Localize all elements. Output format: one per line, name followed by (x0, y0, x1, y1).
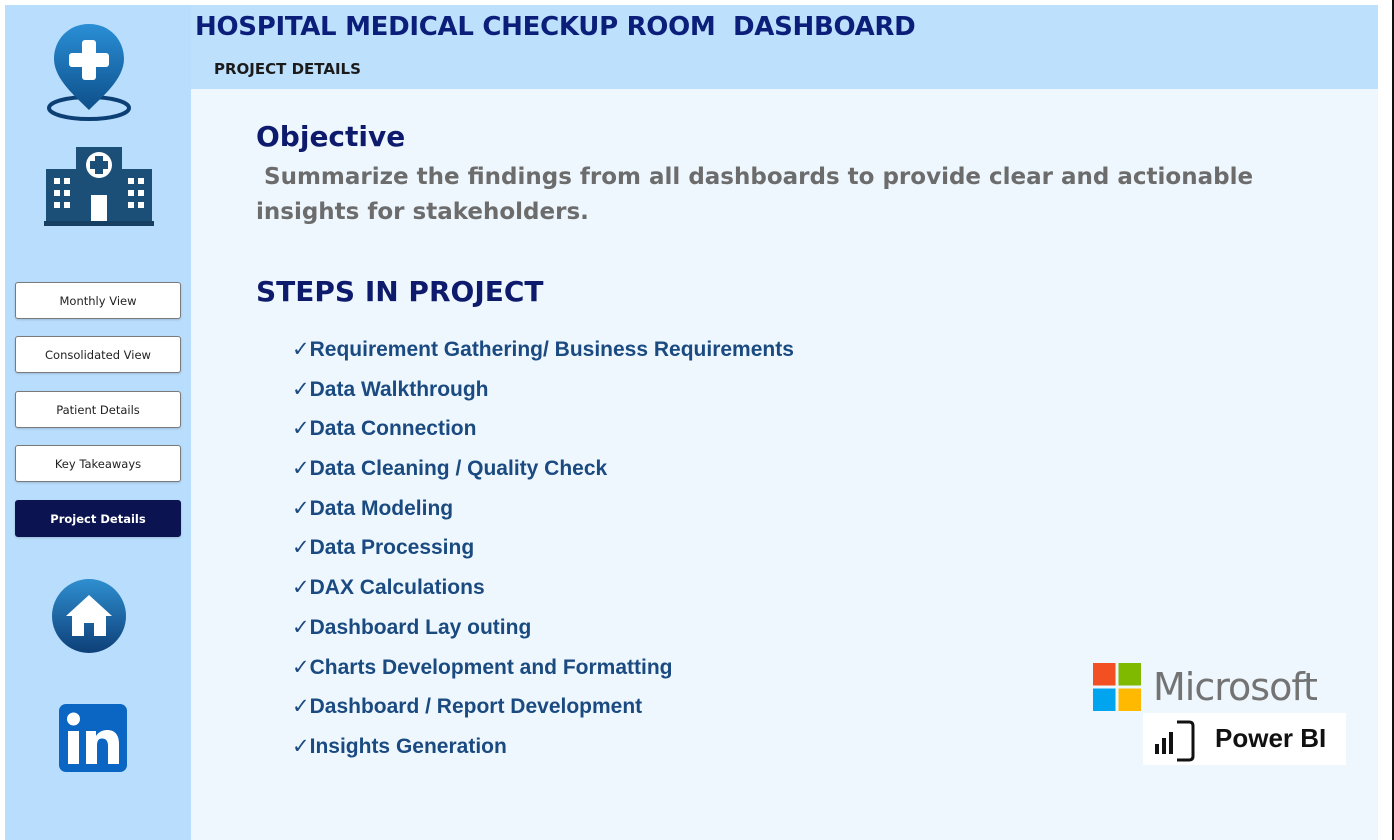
step-label: DAX Calculations (309, 576, 485, 600)
powerbi-logo-box: Power BI (1143, 713, 1346, 765)
hospital-building-icon (44, 147, 154, 226)
step-label: Data Walkthrough (309, 377, 489, 401)
checkmark-icon: ✓ (292, 337, 310, 361)
microsoft-wordmark: Microsoft (1153, 665, 1318, 709)
home-icon[interactable] (51, 578, 127, 654)
powerbi-wordmark: Power BI (1215, 723, 1327, 753)
step-label: Dashboard Lay outing (309, 615, 532, 639)
checkmark-icon: ✓ (292, 614, 310, 639)
steps-list: ✓Requirement Gathering/ Business Require… (292, 336, 794, 773)
checkmark-icon: ✓ (292, 416, 310, 441)
location-pin-cross-icon (47, 24, 131, 121)
checkmark-icon: ✓ (292, 694, 310, 719)
step-item: ✓Data Processing (292, 534, 794, 574)
page-subtitle: PROJECT DETAILS (214, 60, 361, 78)
checkmark-icon: ✓ (292, 733, 310, 758)
nav-patient-details-button[interactable]: Patient Details (15, 391, 181, 428)
dashboard-title: HOSPITAL MEDICAL CHECKUP ROOM DASHBOARD (195, 12, 916, 42)
steps-heading: STEPS IN PROJECT (256, 275, 544, 308)
nav-monthly-view-button[interactable]: Monthly View (15, 282, 181, 319)
step-item: ✓Charts Development and Formatting (292, 654, 794, 694)
objective-heading: Objective (256, 120, 406, 153)
step-item: ✓Data Walkthrough (292, 376, 794, 416)
step-item: ✓Data Connection (292, 415, 794, 455)
microsoft-logo-icon (1093, 663, 1141, 711)
step-item: ✓DAX Calculations (292, 574, 794, 614)
step-label: Data Modeling (309, 496, 454, 520)
nav-consolidated-view-button[interactable]: Consolidated View (15, 336, 181, 373)
step-label: Charts Development and Formatting (309, 655, 673, 679)
step-item: ✓Data Modeling (292, 495, 794, 535)
linkedin-icon[interactable] (58, 703, 130, 775)
step-label: Data Connection (309, 417, 477, 441)
step-label: Data Processing (309, 536, 475, 560)
step-item: ✓Dashboard Lay outing (292, 614, 794, 654)
nav-project-details-button[interactable]: Project Details (15, 500, 181, 537)
step-item: ✓Data Cleaning / Quality Check (292, 455, 794, 495)
checkmark-icon: ✓ (292, 654, 310, 679)
powerbi-logo-icon (1155, 720, 1195, 762)
step-label: Data Cleaning / Quality Check (309, 457, 608, 481)
step-item: ✓Dashboard / Report Development (292, 693, 794, 733)
checkmark-icon: ✓ (292, 495, 310, 520)
nav-key-takeaways-button[interactable]: Key Takeaways (15, 445, 181, 482)
objective-text: Summarize the findings from all dashboar… (256, 164, 1262, 225)
step-label: Dashboard / Report Development (309, 695, 643, 719)
step-item: ✓Insights Generation (292, 733, 794, 773)
checkmark-icon: ✓ (292, 535, 310, 560)
step-item: ✓Requirement Gathering/ Business Require… (292, 336, 794, 376)
checkmark-icon: ✓ (292, 575, 310, 600)
checkmark-icon: ✓ (292, 456, 310, 481)
step-label: Insights Generation (309, 734, 507, 758)
checkmark-icon: ✓ (292, 376, 310, 401)
step-label: Requirement Gathering/ Business Requirem… (309, 338, 794, 361)
